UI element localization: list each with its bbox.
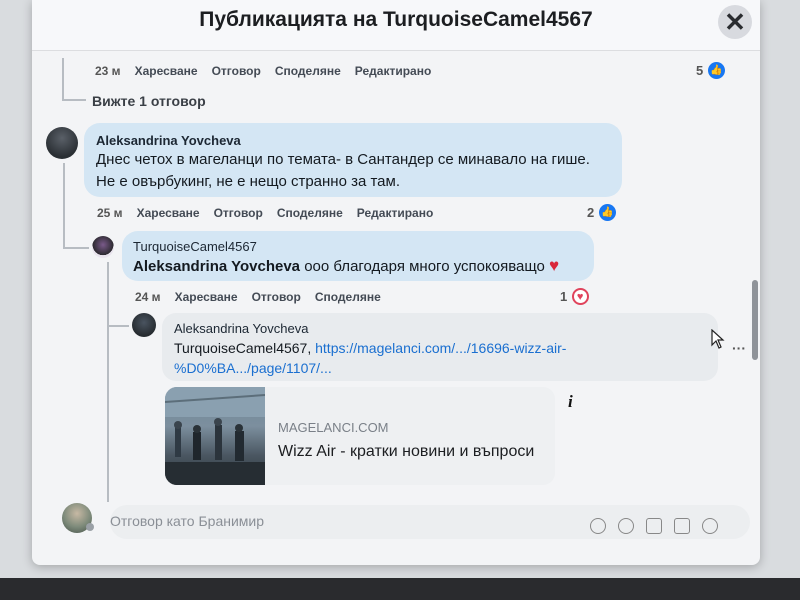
reply-input[interactable]: Отговор като Бранимир [110, 505, 750, 539]
reply-action[interactable]: Отговор [212, 64, 261, 78]
thread-line [107, 325, 129, 327]
like-action[interactable]: Харесване [137, 206, 200, 220]
thread-line [62, 58, 64, 100]
reply-composer: Отговор като Бранимир [60, 503, 750, 541]
reply-action[interactable]: Отговор [252, 290, 301, 304]
modal-header: Публикацията на TurquoiseCamel4567 ✕ [32, 0, 760, 51]
avatar[interactable] [132, 313, 156, 337]
reaction-count[interactable]: 1 ♥ [560, 288, 589, 306]
info-icon[interactable]: i [568, 392, 573, 412]
edited-label: Редактирано [354, 64, 432, 78]
comment-author[interactable]: Aleksandrina Yovcheva [96, 133, 241, 148]
avatar-status-icon [86, 523, 94, 531]
scrollbar-thumb[interactable] [752, 280, 758, 360]
reaction-count[interactable]: 5 👍 [696, 62, 725, 80]
comment-bubble: Aleksandrina Yovcheva Днес четох в магел… [84, 123, 622, 197]
avatar[interactable] [46, 127, 78, 159]
comment-time: 25 м [97, 206, 123, 220]
like-action[interactable]: Харесване [175, 290, 238, 304]
avatar[interactable] [92, 236, 114, 258]
comment-meta-main: 25 м Харесване Отговор Споделяне Редактирано [97, 206, 447, 220]
reply-action[interactable]: Отговор [214, 206, 263, 220]
like-icon: 👍 [707, 62, 725, 80]
mouse-cursor-icon [711, 329, 725, 349]
comment-meta-prev: 23 м Харесване Отговор Споделяне Редактирано [95, 64, 445, 78]
comment-time: 23 м [95, 64, 121, 78]
reaction-number: 1 [560, 289, 568, 304]
modal-title: Публикацията на TurquoiseCamel4567 [199, 8, 593, 31]
reply-author[interactable]: Aleksandrina Yovcheva [174, 321, 308, 336]
comment-text-line2: Не е овърбукинг, не е нещо странно за та… [96, 173, 400, 190]
mention-link[interactable]: Aleksandrina Yovcheva [133, 258, 300, 275]
share-action[interactable]: Споделяне [275, 64, 341, 78]
reply-time: 24 м [135, 290, 161, 304]
share-action[interactable]: Споделяне [277, 206, 343, 220]
edited-label: Редактирано [356, 206, 434, 220]
reply-message: ооо благодаря много успокояващо [300, 258, 545, 275]
reply-placeholder: Отговор като Бранимир [110, 513, 265, 529]
avatar-sticker-icon[interactable] [590, 518, 606, 534]
thread-line [62, 99, 86, 101]
gif-icon[interactable] [674, 518, 690, 534]
see-replies-link[interactable]: Вижте 1 отговор [92, 93, 206, 109]
sticker-icon[interactable] [702, 518, 718, 534]
comment-text-line1: Днес четох в магеланци по темата- в Сант… [96, 151, 590, 168]
mention-text[interactable]: TurquoiseCamel4567, [174, 340, 315, 356]
preview-title[interactable]: Wizz Air - кратки новини и въпроси [278, 443, 534, 461]
heart-emoji-icon: ♥ [549, 256, 560, 275]
camera-icon[interactable] [646, 518, 662, 534]
thread-line [107, 262, 109, 502]
reaction-number: 5 [696, 63, 704, 78]
reply-bubble: TurquoiseCamel4567 Aleksandrina Yovcheva… [122, 231, 594, 281]
url-link-continued[interactable]: %D0%BA.../page/1107/... [174, 357, 332, 379]
reaction-count[interactable]: 2 👍 [587, 204, 616, 222]
thread-line [63, 163, 65, 248]
reply-meta: 24 м Харесване Отговор Споделяне [135, 290, 395, 304]
thread-line [63, 247, 89, 249]
like-action[interactable]: Харесване [135, 64, 198, 78]
emoji-icon[interactable] [618, 518, 634, 534]
reply-text: Aleksandrina Yovcheva ооо благодаря мног… [133, 255, 559, 278]
more-options-icon[interactable]: ··· [732, 340, 746, 356]
url-link[interactable]: https://magelanci.com/.../16696-wizz-air… [315, 340, 566, 356]
preview-image[interactable] [165, 387, 266, 485]
reaction-number: 2 [587, 205, 595, 220]
like-icon: 👍 [598, 204, 616, 222]
preview-domain: MAGELANCI.COM [278, 420, 389, 435]
link-preview-card[interactable]: MAGELANCI.COM Wizz Air - кратки новини и… [165, 387, 555, 485]
heart-icon: ♥ [571, 288, 589, 306]
reply-author[interactable]: TurquoiseCamel4567 [133, 239, 257, 254]
reply-text-line1: TurquoiseCamel4567, https://magelanci.co… [174, 337, 566, 359]
close-button[interactable]: ✕ [718, 5, 752, 39]
share-action[interactable]: Споделяне [315, 290, 381, 304]
os-taskbar [0, 578, 800, 600]
reply-bubble: Aleksandrina Yovcheva TurquoiseCamel4567… [162, 313, 718, 381]
preview-photo-icon [165, 387, 266, 485]
